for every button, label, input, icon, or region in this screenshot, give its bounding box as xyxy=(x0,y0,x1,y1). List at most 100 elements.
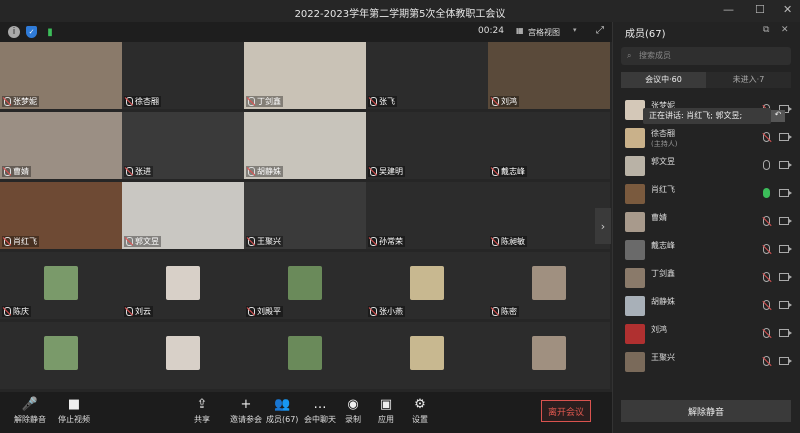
invite-button[interactable]: + 邀请参会 xyxy=(230,396,262,425)
window-title: 2022-2023学年第二学期第5次全体教职工会议 xyxy=(294,9,506,20)
video-tile[interactable] xyxy=(0,322,122,389)
video-tile[interactable] xyxy=(366,322,488,389)
participant-name: 张飞 xyxy=(379,97,395,106)
apps-button[interactable]: ▣ 应用 xyxy=(378,396,394,425)
undo-icon[interactable]: ↶ xyxy=(771,110,785,122)
unmute-all-button[interactable]: 解除静音 xyxy=(621,400,791,422)
video-tile[interactable]: 吴建明 xyxy=(366,112,488,179)
camera-icon[interactable] xyxy=(779,357,792,365)
members-panel-title: 成员(67) xyxy=(625,29,666,40)
popout-icon[interactable]: ⧉ xyxy=(763,25,769,35)
mic-muted-icon xyxy=(248,237,255,246)
mic-muted-icon xyxy=(4,167,11,176)
participant-name: 曹婧 xyxy=(13,167,29,176)
video-tile[interactable]: 张进 xyxy=(122,112,244,179)
tab-not-joined[interactable]: 未进入·7 xyxy=(706,72,791,88)
unmute-button[interactable]: 🎤 解除静音 xyxy=(14,396,46,425)
fullscreen-icon[interactable]: ⤢ xyxy=(596,25,604,36)
member-row[interactable]: 肖红飞 xyxy=(613,180,800,208)
video-tile[interactable] xyxy=(122,322,244,389)
video-tile[interactable]: 王聚兴 xyxy=(244,182,366,249)
participant-label: 徐杏翮 xyxy=(124,96,161,107)
mic-muted-icon xyxy=(126,237,133,246)
mic-icon[interactable] xyxy=(763,300,770,310)
video-tile[interactable]: 刘殿平 xyxy=(244,252,366,319)
mic-icon[interactable] xyxy=(763,244,770,254)
shield-icon[interactable]: ✓ xyxy=(26,26,37,38)
view-switch-label[interactable]: 宫格视图 xyxy=(528,27,560,38)
member-row[interactable]: 曹婧 xyxy=(613,208,800,236)
member-row[interactable]: 徐杏翮 (主持人) xyxy=(613,124,800,152)
tab-in-meeting[interactable]: 会议中·60 xyxy=(621,72,706,88)
signal-icon[interactable]: ▮ xyxy=(44,26,56,38)
video-tile[interactable]: 张飞 xyxy=(366,42,488,109)
member-row[interactable]: 刘鸿 xyxy=(613,320,800,348)
video-tile[interactable]: 刘云 xyxy=(122,252,244,319)
member-role: (主持人) xyxy=(651,140,678,148)
camera-icon[interactable] xyxy=(779,245,792,253)
mic-muted-icon xyxy=(492,167,499,176)
avatar xyxy=(625,100,645,120)
member-name: 郭文昱 xyxy=(651,157,675,166)
camera-icon[interactable] xyxy=(779,189,792,197)
video-tile[interactable] xyxy=(244,322,366,389)
video-tile[interactable]: 徐杏翮 xyxy=(122,42,244,109)
mic-icon[interactable] xyxy=(763,356,770,366)
stop-video-button[interactable]: ■ 停止视频 xyxy=(58,396,90,425)
avatar xyxy=(166,336,200,370)
video-tile[interactable]: 张小燕 xyxy=(366,252,488,319)
video-tile[interactable]: 刘鸿 xyxy=(488,42,610,109)
video-tile[interactable]: 陈庆 xyxy=(0,252,122,319)
camera-icon[interactable] xyxy=(779,301,792,309)
leave-meeting-button[interactable]: 离开会议 xyxy=(541,400,591,422)
video-tile[interactable]: 胡静姝 xyxy=(244,112,366,179)
video-tile[interactable]: 戴志峰 xyxy=(488,112,610,179)
video-tile[interactable]: 陈昶敏 xyxy=(488,182,610,249)
mic-muted-icon xyxy=(492,237,499,246)
camera-icon[interactable] xyxy=(779,133,792,141)
member-search-input[interactable]: 搜索成员 xyxy=(621,47,791,65)
video-tile[interactable]: 陈密 xyxy=(488,252,610,319)
participant-label: 曹婧 xyxy=(2,166,31,177)
camera-icon[interactable] xyxy=(779,161,792,169)
camera-icon[interactable] xyxy=(779,329,792,337)
video-tile[interactable]: 肖红飞 xyxy=(0,182,122,249)
mic-muted-icon xyxy=(4,97,11,106)
member-row[interactable]: 胡静姝 xyxy=(613,292,800,320)
info-icon[interactable]: i xyxy=(8,26,20,38)
video-tile[interactable] xyxy=(488,322,610,389)
mic-icon[interactable] xyxy=(763,328,770,338)
camera-icon[interactable] xyxy=(779,273,792,281)
camera-icon[interactable] xyxy=(779,217,792,225)
members-button[interactable]: 👥 成员(67) xyxy=(266,396,298,425)
settings-button[interactable]: ⚙ 设置 xyxy=(412,396,428,425)
member-row[interactable]: 郭文昱 xyxy=(613,152,800,180)
mic-icon[interactable] xyxy=(763,272,770,282)
share-button[interactable]: ⇪ 共享 xyxy=(194,396,210,425)
mic-icon[interactable] xyxy=(763,188,770,198)
video-tile[interactable]: 张梦妮 xyxy=(0,42,122,109)
video-tile[interactable]: 郭文昱 xyxy=(122,182,244,249)
minimize-icon[interactable]: — xyxy=(723,3,734,16)
mic-icon[interactable] xyxy=(763,216,770,226)
video-tile[interactable]: 丁剑鑫 xyxy=(244,42,366,109)
members-panel: 成员(67) ⧉ ✕ 搜索成员 ⌕ 会议中·60 未进入·7 张梦妮 徐杏翮 (主持… xyxy=(612,22,800,433)
record-button[interactable]: ◉ 录制 xyxy=(345,396,361,425)
video-tile[interactable]: 曹婧 xyxy=(0,112,122,179)
member-row[interactable]: 王聚兴 xyxy=(613,348,800,376)
close-icon[interactable]: ✕ xyxy=(783,3,792,16)
next-page-button[interactable]: › xyxy=(595,208,611,244)
meeting-topbar: i ✓ ▮ 00:24 ▦ 宫格视图 ▾ ⤢ xyxy=(0,22,612,42)
mic-icon[interactable] xyxy=(763,132,770,142)
avatar xyxy=(410,336,444,370)
maximize-icon[interactable]: ☐ xyxy=(755,3,765,16)
participant-name: 张进 xyxy=(135,167,151,176)
grid-view-icon[interactable]: ▦ xyxy=(516,26,524,35)
mic-icon[interactable] xyxy=(763,160,770,170)
chevron-down-icon[interactable]: ▾ xyxy=(573,26,577,34)
panel-close-icon[interactable]: ✕ xyxy=(781,25,789,35)
video-tile[interactable]: 孙常荣 xyxy=(366,182,488,249)
member-row[interactable]: 丁剑鑫 xyxy=(613,264,800,292)
member-row[interactable]: 戴志峰 xyxy=(613,236,800,264)
chat-button[interactable]: … 会中聊天 xyxy=(304,396,336,425)
